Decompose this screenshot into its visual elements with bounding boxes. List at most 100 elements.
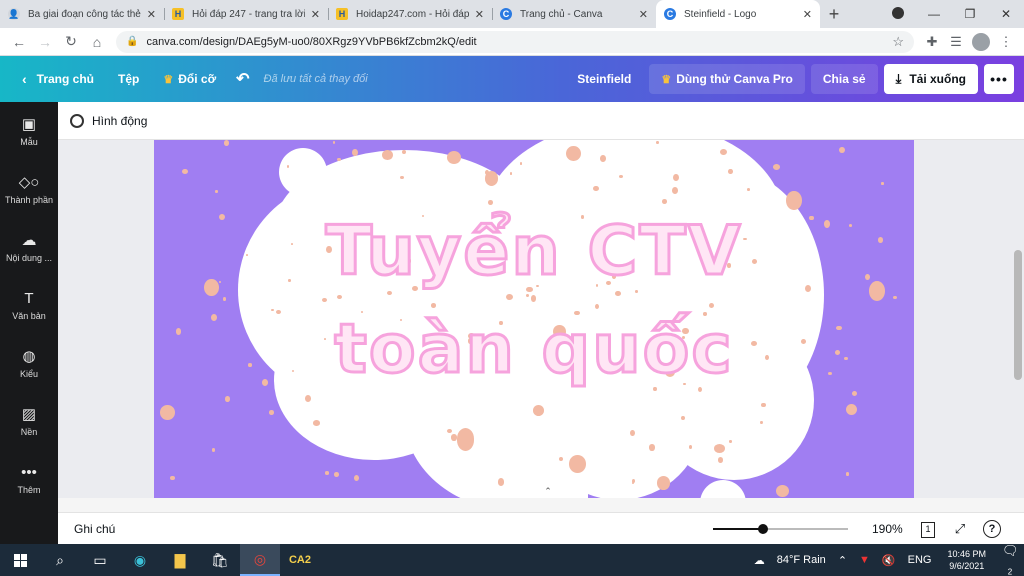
zoom-slider-handle[interactable] bbox=[757, 523, 768, 534]
page-count: 1 bbox=[921, 521, 935, 538]
close-icon[interactable]: ✕ bbox=[147, 8, 156, 21]
horizontal-scrollbar[interactable] bbox=[58, 498, 1024, 512]
extensions-icon[interactable]: ✚ bbox=[920, 34, 944, 50]
close-icon[interactable]: ✕ bbox=[475, 8, 484, 21]
home-link[interactable]: ‹ Trang chủ bbox=[10, 71, 106, 87]
user-avatar-icon: 👤 bbox=[8, 8, 20, 20]
try-pro-label: Dùng thử Canva Pro bbox=[676, 72, 793, 86]
close-window-button[interactable]: ✕ bbox=[988, 7, 1024, 21]
chrome-icon[interactable]: ◎ bbox=[240, 544, 280, 576]
sidebar-item-label: Thành phần bbox=[4, 195, 54, 205]
headline-line-2[interactable]: toàn quốc bbox=[154, 309, 914, 391]
speckle-dot bbox=[386, 290, 393, 295]
speckle-dot bbox=[728, 440, 732, 443]
animate-label: Hình động bbox=[92, 113, 148, 128]
help-button[interactable]: ? bbox=[976, 519, 1008, 538]
speckle-dot bbox=[775, 484, 789, 498]
speckle-dot bbox=[655, 141, 659, 145]
speckle-dot bbox=[446, 151, 461, 164]
palette-icon: ◍ bbox=[22, 348, 36, 365]
speckle-dot bbox=[222, 296, 227, 301]
sidebar-item-background[interactable]: ▨ Nền bbox=[0, 392, 58, 450]
browser-menu-icon[interactable]: ⋮ bbox=[994, 34, 1018, 50]
notes-button[interactable]: Ghi chú bbox=[74, 522, 115, 536]
new-tab-button[interactable]: + bbox=[820, 0, 848, 28]
taskbar-app-ca2[interactable]: CA2 bbox=[280, 544, 320, 576]
weather-icon: ☁ bbox=[753, 554, 765, 567]
minimize-button[interactable]: — bbox=[916, 7, 952, 21]
file-menu[interactable]: Tệp bbox=[106, 72, 151, 86]
speckle-dot bbox=[881, 182, 884, 186]
sidebar-item-templates[interactable]: ▣ Mẫu bbox=[0, 102, 58, 160]
antivirus-icon[interactable]: ▼ bbox=[853, 554, 876, 566]
sidebar-item-elements[interactable]: ◇○ Thành phần bbox=[0, 160, 58, 218]
browser-tab-strip: 👤 Ba giai đoạn công tác thẻ ✕ H Hỏi đáp … bbox=[0, 0, 1024, 28]
hidden-icons-chevron-icon[interactable]: ⌃ bbox=[832, 554, 853, 567]
sidebar-item-uploads[interactable]: ☁ Nội dung ... bbox=[0, 218, 58, 276]
speckle-dot bbox=[851, 390, 858, 397]
weather-text[interactable]: 84°F Rain bbox=[771, 554, 832, 566]
zoom-slider[interactable] bbox=[713, 523, 848, 534]
editor-toolbar: Hình động bbox=[58, 102, 1024, 140]
vertical-scrollbar[interactable] bbox=[1014, 250, 1022, 380]
speckle-dot bbox=[354, 474, 360, 482]
headline-line-1[interactable]: Tuyển CTV bbox=[154, 211, 914, 293]
download-button[interactable]: ⤓ Tải xuống bbox=[883, 64, 978, 94]
volume-icon[interactable]: 🔇 bbox=[876, 554, 902, 567]
forward-button[interactable]: → bbox=[32, 34, 58, 50]
background-icon: ▨ bbox=[21, 406, 37, 423]
reload-button[interactable]: ↻ bbox=[58, 33, 84, 50]
close-icon[interactable]: ✕ bbox=[311, 8, 320, 21]
browser-tab-1[interactable]: 👤 Ba giai đoạn công tác thẻ ✕ bbox=[0, 0, 164, 28]
restore-button[interactable]: ❐ bbox=[952, 7, 988, 21]
crown-icon: ♛ bbox=[661, 73, 672, 86]
speckle-dot bbox=[313, 419, 320, 426]
browser-tab-4[interactable]: C Trang chủ - Canva ✕ bbox=[492, 0, 656, 28]
language-indicator[interactable]: ENG bbox=[902, 554, 938, 566]
close-icon[interactable]: ✕ bbox=[803, 8, 812, 21]
cloud-shape bbox=[279, 148, 327, 196]
document-title[interactable]: Steinfield bbox=[565, 72, 643, 86]
speckle-dot bbox=[286, 164, 290, 168]
tab-search-button[interactable] bbox=[880, 6, 916, 22]
search-icon[interactable]: ⌕ bbox=[40, 544, 80, 576]
canva-icon: C bbox=[664, 8, 676, 20]
zoom-level[interactable]: 190% bbox=[872, 522, 912, 536]
home-button[interactable]: ⌂ bbox=[84, 34, 110, 50]
share-button[interactable]: Chia sẻ bbox=[810, 64, 878, 94]
resize-button[interactable]: ♛ Đổi cỡ bbox=[151, 72, 228, 86]
edge-icon[interactable]: ◉ bbox=[120, 544, 160, 576]
sidebar-item-text[interactable]: T Văn bản bbox=[0, 276, 58, 334]
speckle-dot bbox=[893, 295, 897, 299]
editor-footer: Ghi chú 190% 1 ⤢ ? bbox=[58, 512, 1024, 544]
close-icon[interactable]: ✕ bbox=[639, 8, 648, 21]
browser-tab-3[interactable]: H Hoidap247.com - Hỏi đáp ✕ bbox=[328, 0, 492, 28]
task-view-icon[interactable]: ▭ bbox=[80, 544, 120, 576]
url-field[interactable]: 🔒 canva.com/design/DAEg5yM-uo0/80XRgz9YV… bbox=[116, 30, 914, 53]
bookmark-star-icon[interactable]: ☆ bbox=[892, 34, 904, 50]
browser-tab-2[interactable]: H Hỏi đáp 247 - trang tra lời ✕ bbox=[164, 0, 328, 28]
clock[interactable]: 10:46 PM 9/6/2021 bbox=[937, 548, 996, 572]
back-button[interactable]: ← bbox=[6, 34, 32, 50]
store-icon[interactable]: 🛍 bbox=[200, 544, 240, 576]
more-icon: ••• bbox=[21, 463, 37, 481]
speckle-dot bbox=[223, 140, 230, 146]
more-options-button[interactable]: ••• bbox=[984, 64, 1014, 94]
profile-avatar[interactable] bbox=[972, 32, 990, 51]
page-grid-button[interactable]: 1 bbox=[912, 520, 944, 538]
expand-pages-handle[interactable]: ⌃ bbox=[508, 486, 588, 498]
sidebar-item-more[interactable]: ••• Thêm bbox=[0, 450, 58, 508]
undo-icon[interactable]: ↶ bbox=[228, 69, 257, 89]
start-button[interactable] bbox=[0, 544, 40, 576]
download-label: Tải xuống bbox=[909, 72, 966, 86]
cloud-shape bbox=[700, 480, 746, 498]
try-pro-button[interactable]: ♛ Dùng thử Canva Pro bbox=[649, 64, 805, 94]
fullscreen-icon[interactable]: ⤢ bbox=[944, 521, 976, 537]
reading-list-icon[interactable]: ☰ bbox=[944, 34, 968, 50]
notification-icon[interactable]: 🗨2 bbox=[996, 543, 1024, 576]
file-explorer-icon[interactable]: ▇ bbox=[160, 544, 200, 576]
browser-tab-5[interactable]: C Steinfield - Logo ✕ bbox=[656, 0, 820, 28]
sidebar-item-styles[interactable]: ◍ Kiểu bbox=[0, 334, 58, 392]
animate-button[interactable]: Hình động bbox=[70, 113, 148, 128]
design-page[interactable]: Tuyển CTV toàn quốc bbox=[154, 140, 914, 498]
